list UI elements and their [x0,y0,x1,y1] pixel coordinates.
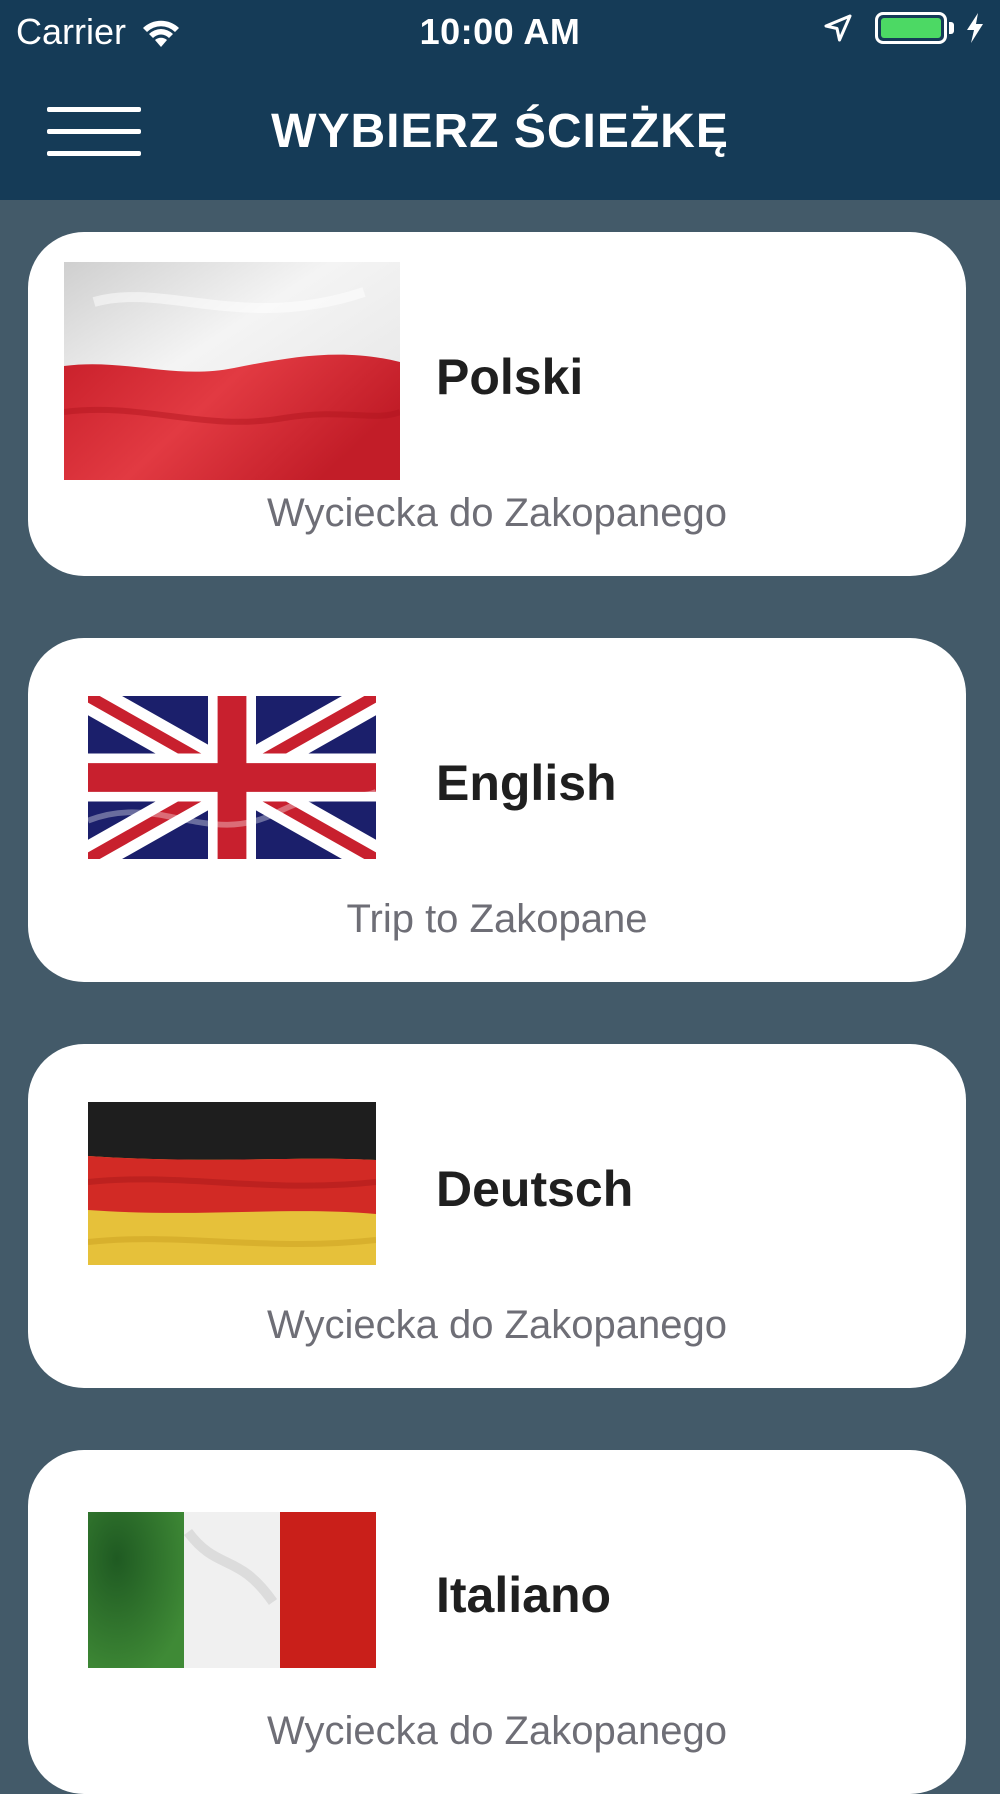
language-subtitle: Trip to Zakopane [346,897,648,941]
battery-icon [875,12,947,44]
location-arrow-icon [824,14,852,42]
language-card-polski[interactable]: Polski Wyciecka do Zakopanego [28,232,966,576]
language-subtitle: Wyciecka do Zakopanego [267,1303,727,1347]
language-card-english[interactable]: English Trip to Zakopane [28,638,966,982]
language-label: Polski [436,349,584,405]
battery-level [881,18,941,38]
language-subtitle: Wyciecka do Zakopanego [267,491,727,535]
status-bar: Carrier 10:00 AM [0,0,1000,64]
germany-flag-icon [88,1102,376,1265]
language-subtitle: Wyciecka do Zakopanego [267,1709,727,1753]
battery-nub [949,22,954,34]
charging-bolt-icon [967,13,983,43]
italy-flag-icon [88,1512,376,1668]
united-kingdom-flag-icon [88,696,376,859]
navigation-bar: Carrier 10:00 AM WYBIERZ ŚCIEŻKĘ [0,0,1000,200]
language-label: Italiano [436,1567,612,1623]
poland-flag-icon [64,262,400,480]
language-label: English [436,755,617,811]
language-card-deutsch[interactable]: Deutsch Wyciecka do Zakopanego [28,1044,966,1388]
page-title: WYBIERZ ŚCIEŻKĘ [271,105,729,158]
language-card-italiano[interactable]: Italiano Wyciecka do Zakopanego [28,1450,966,1794]
status-right-group [823,12,986,44]
language-label: Deutsch [436,1161,634,1217]
